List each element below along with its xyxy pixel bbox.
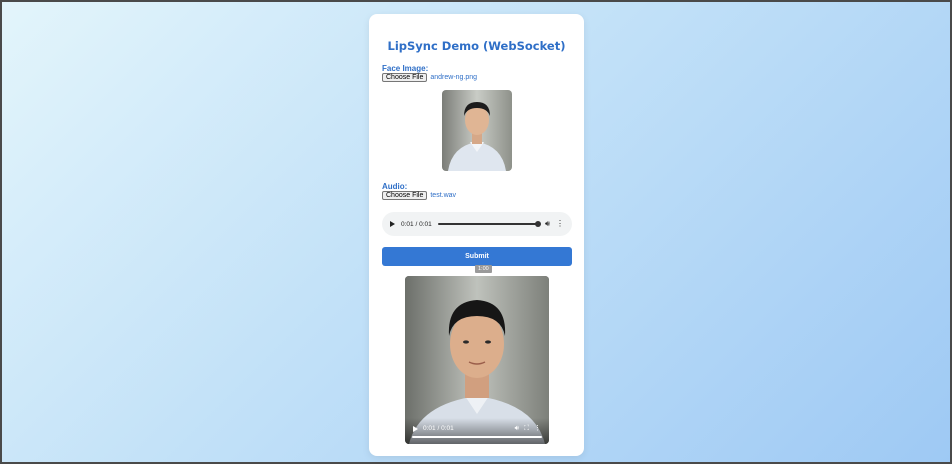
video-seek-bar[interactable] (412, 436, 542, 438)
audio-file-name: test.wav (430, 192, 457, 199)
face-file-row: Choose File andrew-ng.png (382, 73, 477, 82)
face-choose-file-button[interactable]: Choose File (382, 73, 428, 82)
audio-seek-bar[interactable] (437, 221, 541, 227)
face-image-label: Face Image: (382, 64, 429, 73)
video-volume-icon[interactable]: 🔊︎ (515, 425, 519, 432)
audio-time: 0:01 / 0:01 (401, 220, 432, 228)
volume-icon[interactable]: 🔊︎ (545, 220, 550, 228)
video-play-icon[interactable] (413, 425, 418, 432)
result-video[interactable]: 0:01 / 0:01 🔊︎ ⛶ ⋮ (405, 276, 549, 444)
face-image-preview (442, 90, 512, 171)
fullscreen-icon[interactable]: ⛶ (524, 425, 529, 432)
face-file-name: andrew-ng.png (430, 74, 478, 81)
audio-player[interactable]: 0:01 / 0:01 🔊︎ ⋮ (382, 212, 572, 236)
more-options-icon[interactable]: ⋮ (556, 220, 564, 228)
page-title: LipSync Demo (WebSocket) (387, 39, 566, 53)
audio-choose-file-button[interactable]: Choose File (382, 191, 428, 200)
lipsync-card: LipSync Demo (WebSocket) Face Image: Cho… (369, 14, 584, 456)
audio-label: Audio: (382, 182, 408, 191)
video-time: 0:01 / 0:01 (423, 425, 454, 432)
video-more-options-icon[interactable]: ⋮ (534, 425, 541, 432)
play-icon[interactable] (390, 221, 395, 227)
audio-seek-thumb[interactable] (534, 221, 541, 227)
tooltip: 1:00 (475, 265, 492, 273)
audio-file-row: Choose File test.wav (382, 191, 456, 200)
submit-button[interactable]: Submit (382, 247, 572, 266)
video-controls: 0:01 / 0:01 🔊︎ ⛶ ⋮ (405, 418, 549, 444)
